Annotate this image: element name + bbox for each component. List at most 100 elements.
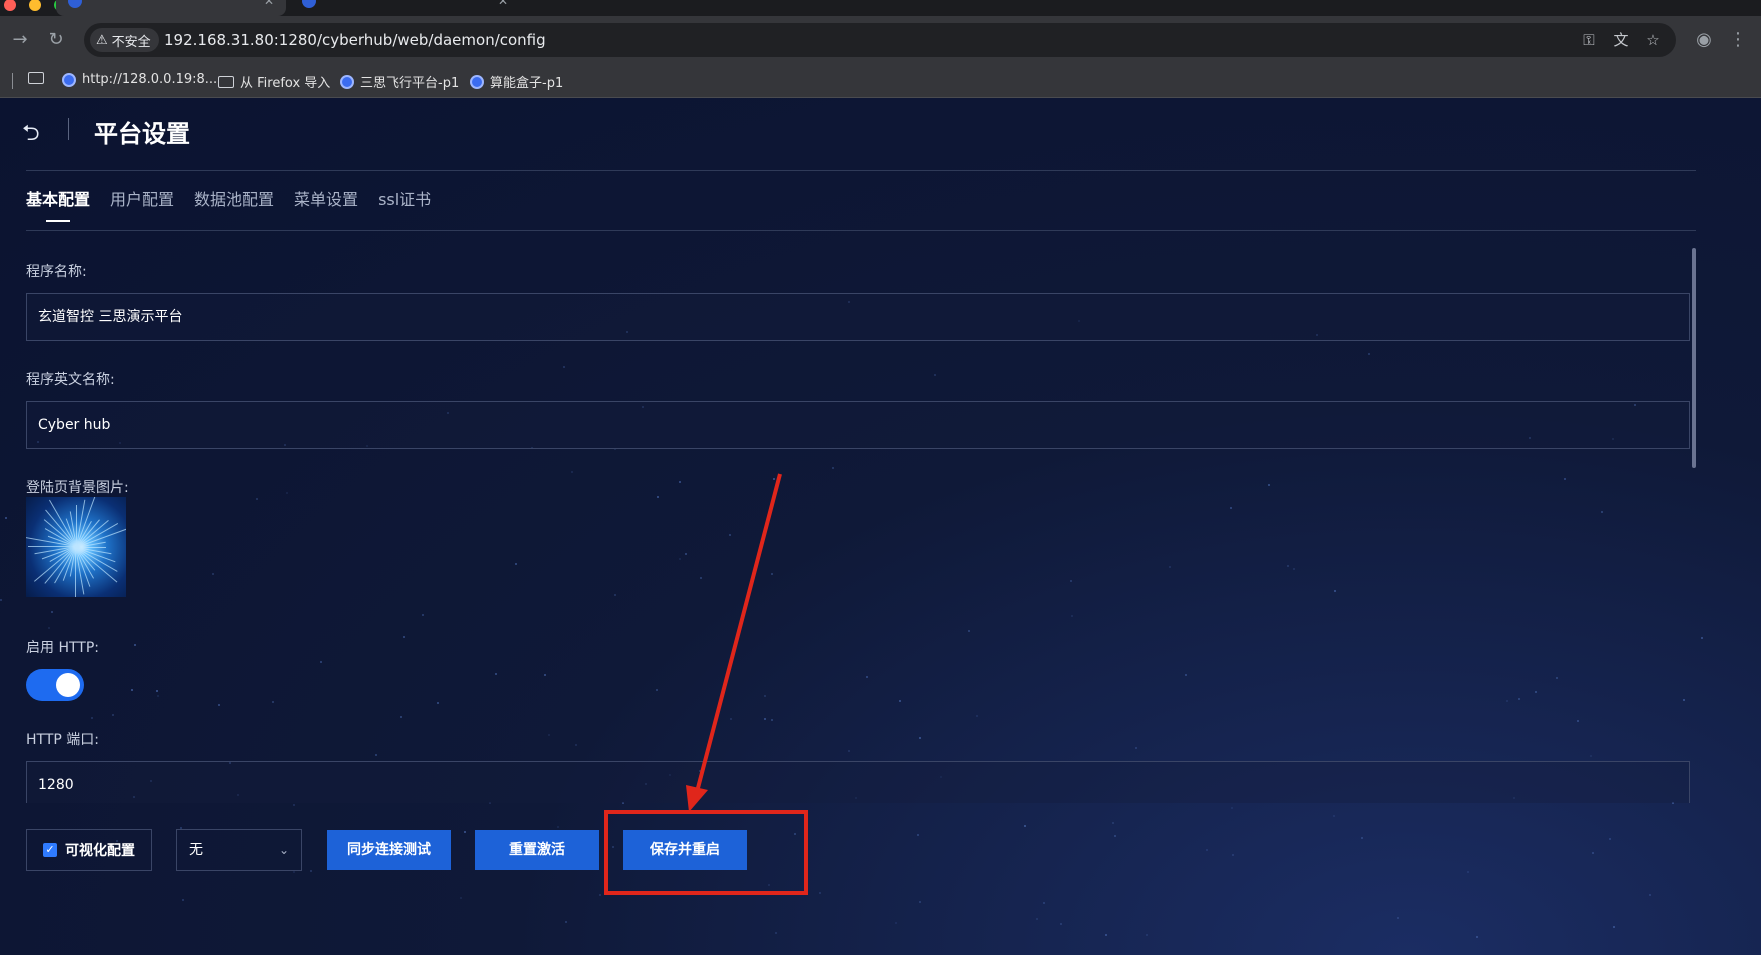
star-dot [182, 898, 185, 901]
toggle-knob [56, 673, 80, 697]
translate-icon[interactable]: 文 [1612, 31, 1630, 49]
header-divider [26, 170, 1696, 171]
globe-icon [470, 74, 484, 89]
bookmark-item[interactable]: 三思飞行平台-p1 [340, 72, 459, 91]
browser-toolbar: → ↻ ⚠ 不安全 192.168.31.80:1280/cyberhub/we… [0, 16, 1761, 64]
profile-icon[interactable]: ◉ [1692, 28, 1716, 52]
chevron-down-icon: ⌄ [278, 843, 289, 857]
globe-icon [340, 74, 354, 89]
star-dot [565, 920, 568, 923]
visual-config-label: 可视化配置 [65, 843, 135, 859]
http-port-label: HTTP 端口: [26, 732, 99, 748]
bookmark-star-icon[interactable]: ☆ [1644, 31, 1662, 49]
star-dot [556, 825, 559, 828]
star-dot [1332, 815, 1335, 818]
browser-tab-strip: ✕ ✕ [0, 0, 1761, 16]
bookmark-label: http://128.0.0.19:8... [82, 72, 218, 87]
tab-basic-config[interactable]: 基本配置 [26, 186, 90, 222]
star-dot [293, 804, 296, 807]
star-dot [1467, 870, 1470, 873]
login-bg-label: 登陆页背景图片: [26, 480, 129, 496]
star-dot [1023, 825, 1026, 828]
url-text[interactable]: 192.168.31.80:1280/cyberhub/web/daemon/c… [164, 31, 546, 49]
star-dot [1230, 806, 1233, 809]
star-dot [1105, 934, 1108, 937]
bookmark-label: 三思飞行平台-p1 [360, 76, 460, 91]
star-dot [1059, 923, 1062, 926]
app-en-name-input[interactable]: Cyber hub [26, 401, 1690, 449]
tab-menu-settings[interactable]: 菜单设置 [294, 186, 358, 222]
checkmark-icon: ✓ [43, 843, 57, 857]
page-title: 平台设置 [94, 120, 190, 148]
globe-icon [62, 72, 76, 87]
address-bar[interactable]: ⚠ 不安全 192.168.31.80:1280/cyberhub/web/da… [84, 23, 1676, 57]
star-dot [310, 870, 313, 873]
folder-icon [28, 72, 44, 84]
star-dot [1146, 934, 1149, 937]
bookmark-item[interactable]: 算能盒子-p1 [470, 72, 563, 91]
tab-favicon-icon [302, 0, 316, 8]
basic-config-form: 程序名称: 玄道智控 三思演示平台 程序英文名称: Cyber hub 登陆页背… [26, 243, 1694, 803]
mode-select[interactable]: 无 ⌄ [176, 829, 302, 871]
reset-activate-button[interactable]: 重置激活 [475, 830, 599, 870]
bookmarks-bar: http://128.0.0.19:8... 从 Firefox 导入 三思飞行… [0, 64, 1761, 98]
tabs-divider [26, 230, 1696, 231]
reload-icon[interactable]: ↻ [44, 28, 68, 52]
back-icon[interactable]: ⮌ [22, 116, 40, 154]
tab-ssl-cert[interactable]: ssl证书 [378, 186, 431, 222]
http-port-input[interactable]: 1280 [26, 761, 1690, 803]
star-dot [1591, 852, 1594, 855]
star-dot [918, 901, 921, 904]
star-dot [460, 897, 463, 900]
tab-close-icon[interactable]: ✕ [264, 0, 274, 8]
star-dot [1042, 901, 1045, 904]
star-dot [1114, 835, 1117, 838]
star-dot [599, 894, 602, 897]
star-dot [1608, 838, 1611, 841]
login-background-image[interactable] [26, 497, 126, 597]
light-ray [28, 546, 76, 547]
star-dot [819, 892, 822, 895]
app-name-label: 程序名称: [26, 264, 87, 280]
bookmark-item[interactable]: 从 Firefox 导入 [218, 72, 330, 91]
key-icon[interactable]: ⚿ [1580, 31, 1598, 49]
browser-tab-active[interactable]: ✕ [56, 0, 286, 16]
security-chip[interactable]: ⚠ 不安全 [90, 28, 159, 52]
tab-favicon-icon [68, 0, 82, 8]
title-divider [68, 118, 69, 140]
bookmark-label: 算能盒子-p1 [490, 76, 564, 91]
form-scrollbar[interactable] [1692, 248, 1696, 468]
http-enable-toggle[interactable] [26, 669, 84, 701]
app-viewport: ⮌ 平台设置 基本配置 用户配置 数据池配置 菜单设置 ssl证书 程序名称: … [0, 98, 1761, 955]
tab-datapool-config[interactable]: 数据池配置 [194, 186, 274, 222]
bookmarks-folder[interactable] [28, 72, 44, 84]
tab-close-icon[interactable]: ✕ [498, 0, 508, 8]
star-dot [1205, 849, 1208, 852]
star-dot [1361, 836, 1364, 839]
star-dot [1396, 917, 1399, 920]
bookmark-label: 从 Firefox 导入 [240, 76, 331, 91]
minimize-window-button[interactable] [29, 0, 42, 11]
forward-icon[interactable]: → [8, 28, 32, 52]
mode-select-value: 无 [189, 842, 203, 858]
star-dot [775, 932, 778, 935]
star-dot [0, 598, 3, 601]
app-en-name-label: 程序英文名称: [26, 372, 115, 388]
sync-test-button[interactable]: 同步连接测试 [327, 830, 451, 870]
folder-icon [218, 75, 234, 88]
star-dot [895, 922, 898, 925]
star-dot [464, 831, 467, 834]
app-name-input[interactable]: 玄道智控 三思演示平台 [26, 293, 1690, 341]
bookmark-item[interactable]: http://128.0.0.19:8... [62, 72, 217, 87]
warning-icon: ⚠ [96, 32, 108, 48]
menu-kebab-icon[interactable]: ⋮ [1726, 28, 1750, 52]
star-dot [1476, 936, 1479, 938]
star-dot [1700, 637, 1703, 640]
star-dot [1112, 822, 1115, 825]
star-dot [1036, 918, 1039, 921]
browser-tab[interactable]: ✕ [290, 0, 520, 16]
tab-user-config[interactable]: 用户配置 [110, 186, 174, 222]
close-window-button[interactable] [4, 0, 16, 11]
visual-config-checkbox[interactable]: ✓ 可视化配置 [26, 829, 152, 871]
star-dot [5, 516, 8, 519]
